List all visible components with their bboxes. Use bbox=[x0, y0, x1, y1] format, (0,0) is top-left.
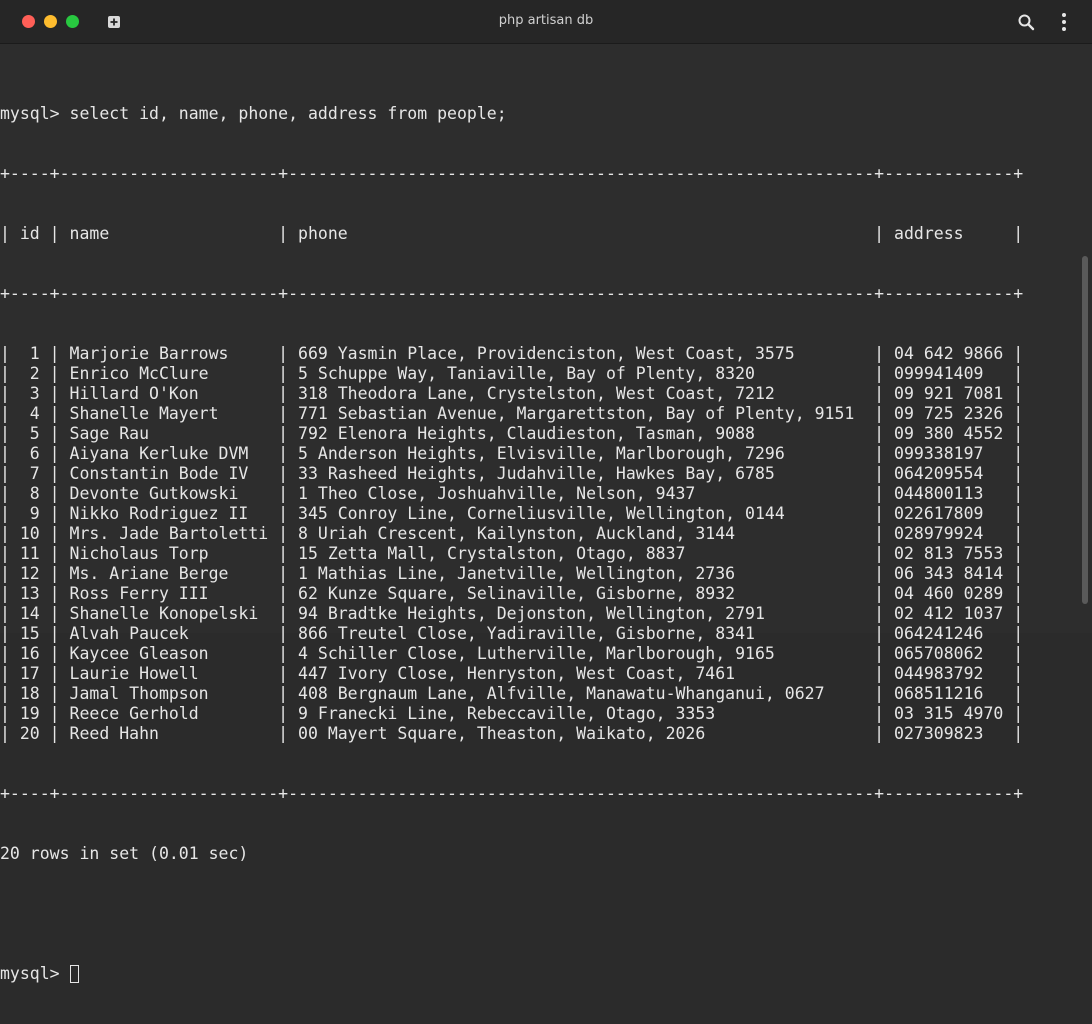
search-icon[interactable] bbox=[1017, 13, 1035, 31]
kebab-menu-icon[interactable] bbox=[1060, 12, 1068, 32]
table-row: | 2 | Enrico McClure | 5 Schuppe Way, Ta… bbox=[0, 364, 1024, 383]
table-row: | 5 | Sage Rau | 792 Elenora Heights, Cl… bbox=[0, 424, 1024, 443]
title-bar: php artisan db bbox=[0, 0, 1092, 44]
scrollbar-thumb[interactable] bbox=[1082, 256, 1088, 604]
table-row: | 16 | Kaycee Gleason | 4 Schiller Close… bbox=[0, 644, 1024, 663]
table-row: | 3 | Hillard O'Kon | 318 Theodora Lane,… bbox=[0, 384, 1024, 403]
window-title: php artisan db bbox=[498, 13, 594, 28]
table-row: | 1 | Marjorie Barrows | 669 Yasmin Plac… bbox=[0, 344, 1024, 363]
table-row: | 15 | Alvah Paucek | 866 Treutel Close,… bbox=[0, 624, 1024, 643]
terminal-window: php artisan db mysql> select id, name, p… bbox=[0, 0, 1092, 983]
table-row: | 19 | Reece Gerhold | 9 Franecki Line, … bbox=[0, 704, 1024, 723]
table-body: | 1 | Marjorie Barrows | 669 Yasmin Plac… bbox=[0, 344, 1023, 744]
table-row: | 11 | Nicholaus Torp | 15 Zetta Mall, C… bbox=[0, 544, 1024, 563]
terminal-screen: mysql> select id, name, phone, address f… bbox=[0, 64, 1023, 1024]
table-row: | 8 | Devonte Gutkowski | 1 Theo Close, … bbox=[0, 484, 1024, 503]
command-line: mysql> select id, name, phone, address f… bbox=[0, 104, 507, 123]
table-border-bottom: +----+----------------------+-----------… bbox=[0, 784, 1024, 803]
table-row: | 7 | Constantin Bode IV | 33 Rasheed He… bbox=[0, 464, 1024, 483]
table-row: | 4 | Shanelle Mayert | 771 Sebastian Av… bbox=[0, 404, 1024, 423]
terminal-output[interactable]: mysql> select id, name, phone, address f… bbox=[0, 44, 1092, 983]
table-row: | 20 | Reed Hahn | 00 Mayert Square, The… bbox=[0, 724, 1024, 743]
prompt-line[interactable]: mysql> bbox=[0, 964, 1023, 984]
table-row: | 9 | Nikko Rodriguez II | 345 Conroy Li… bbox=[0, 504, 1024, 523]
table-row: | 13 | Ross Ferry III | 62 Kunze Square,… bbox=[0, 584, 1024, 603]
table-border-mid: +----+----------------------+-----------… bbox=[0, 284, 1024, 303]
table-border-top: +----+----------------------+-----------… bbox=[0, 164, 1024, 183]
result-summary: 20 rows in set (0.01 sec) bbox=[0, 844, 249, 863]
prompt-text: mysql> bbox=[0, 964, 70, 983]
table-row: | 6 | Aiyana Kerluke DVM | 5 Anderson He… bbox=[0, 444, 1024, 463]
table-row: | 10 | Mrs. Jade Bartoletti | 8 Uriah Cr… bbox=[0, 524, 1024, 543]
table-row: | 18 | Jamal Thompson | 408 Bergnaum Lan… bbox=[0, 684, 1024, 703]
table-header: | id | name | phone | address | bbox=[0, 224, 1024, 243]
table-row: | 12 | Ms. Ariane Berge | 1 Mathias Line… bbox=[0, 564, 1024, 583]
text-cursor bbox=[69, 965, 79, 983]
table-row: | 14 | Shanelle Konopelski | 94 Bradtke … bbox=[0, 604, 1024, 623]
table-row: | 17 | Laurie Howell | 447 Ivory Close, … bbox=[0, 664, 1024, 683]
